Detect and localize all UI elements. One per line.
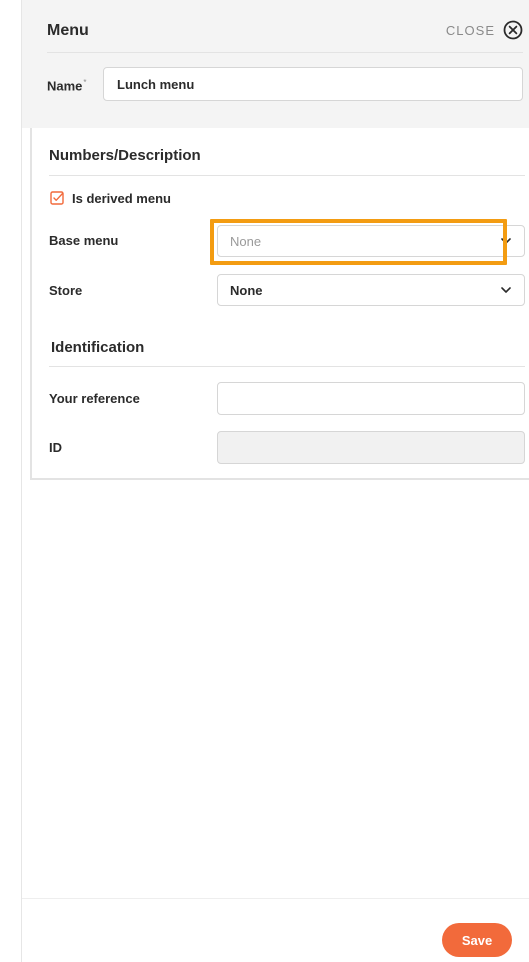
store-select[interactable]: None [217, 274, 525, 306]
close-button[interactable]: CLOSE [446, 20, 523, 40]
is-derived-menu-label: Is derived menu [72, 191, 171, 206]
panel-footer: Save [22, 898, 529, 962]
left-background-strip [0, 0, 22, 962]
store-label: Store [49, 283, 83, 298]
menu-edit-panel: Menu CLOSE Name* Numbers/Description Is … [22, 0, 529, 962]
panel-header: Menu CLOSE Name* [22, 0, 529, 128]
id-field [217, 431, 525, 464]
base-menu-value: None [230, 233, 262, 249]
header-divider [47, 52, 523, 53]
section-divider [49, 175, 525, 176]
panel-title: Menu [47, 22, 89, 39]
checkbox-checked-icon[interactable] [50, 191, 64, 205]
chevron-down-icon [500, 235, 512, 247]
section-divider [49, 366, 525, 367]
base-menu-label: Base menu [49, 233, 119, 248]
id-label: ID [49, 440, 62, 455]
name-input[interactable] [103, 67, 523, 101]
close-label: CLOSE [445, 22, 495, 38]
section-title-numbers-description: Numbers/Description [49, 147, 201, 164]
your-reference-input[interactable] [217, 382, 525, 415]
section-title-identification: Identification [51, 339, 145, 356]
name-label: Name* [47, 78, 87, 94]
save-button[interactable]: Save [442, 923, 512, 957]
required-mark: * [83, 78, 87, 87]
chevron-down-icon [500, 284, 512, 296]
your-reference-label: Your reference [49, 391, 140, 406]
base-menu-select[interactable]: None [217, 225, 525, 257]
details-card: Numbers/Description Is derived menu Base… [30, 128, 529, 480]
store-value: None [230, 282, 263, 298]
close-circle-icon[interactable] [503, 20, 523, 40]
